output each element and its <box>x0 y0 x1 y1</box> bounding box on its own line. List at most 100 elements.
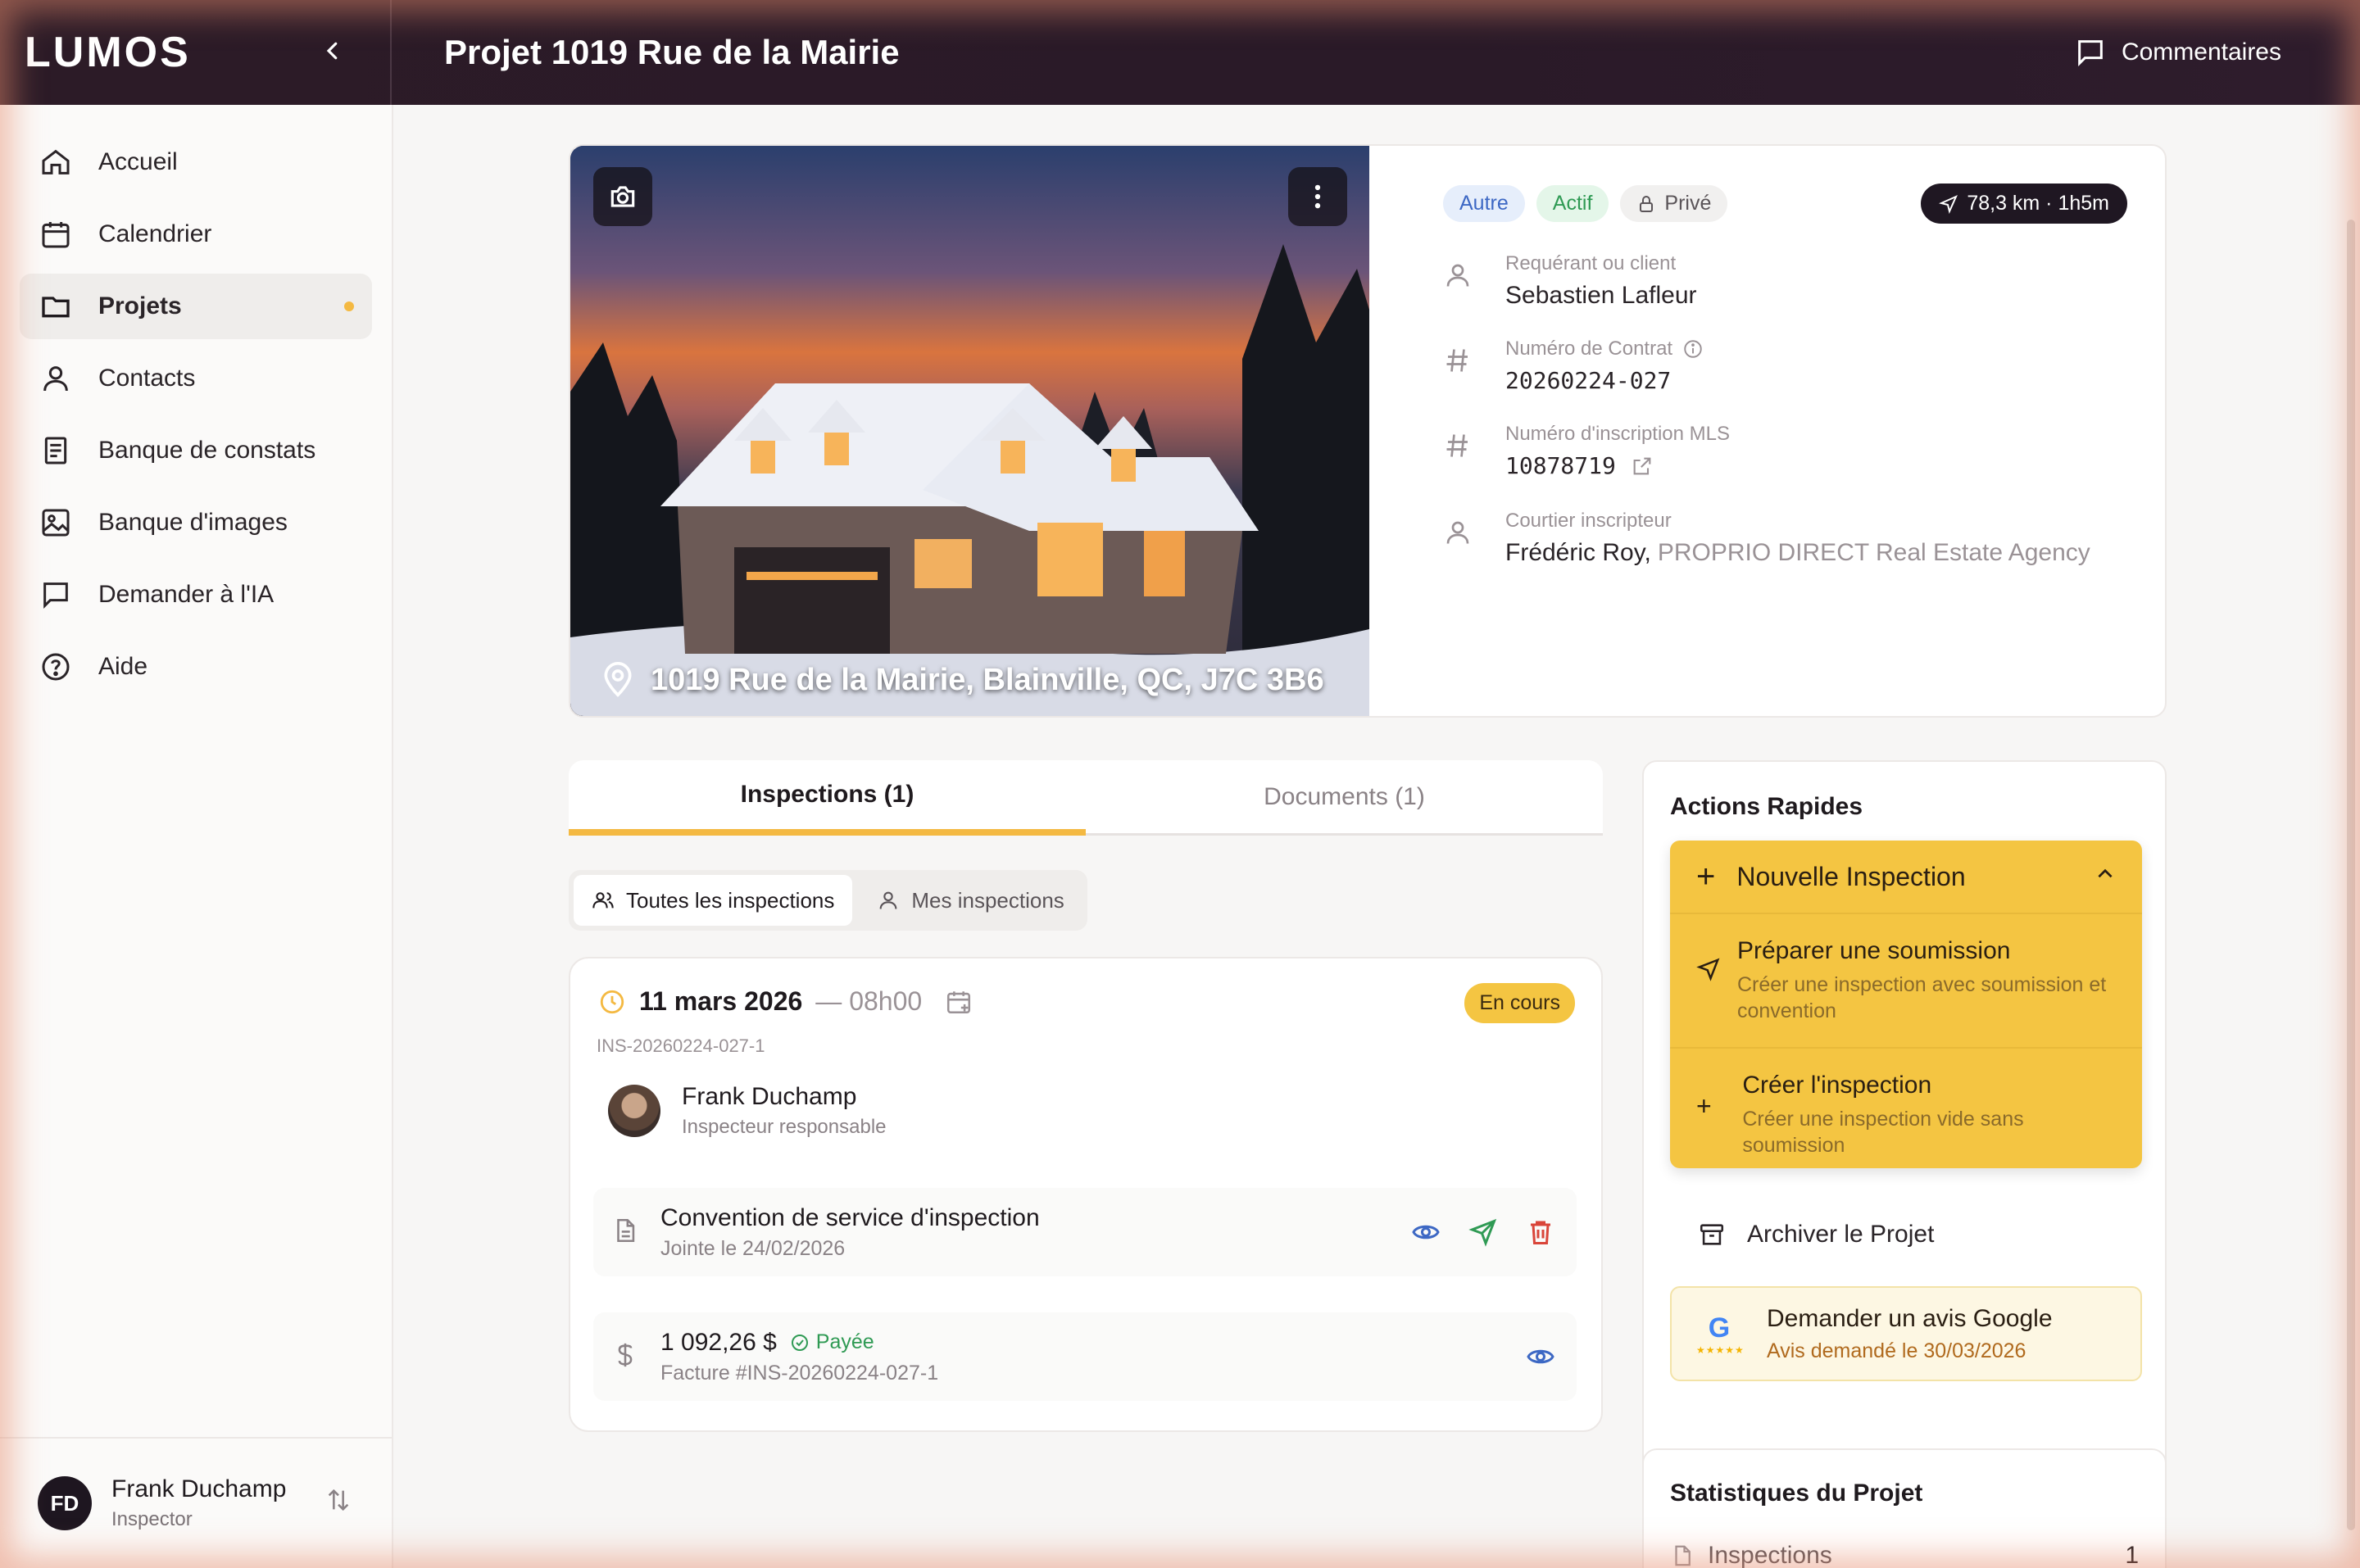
map-pin-icon <box>604 662 632 697</box>
sidebar-item-label: Calendrier <box>98 220 212 247</box>
photo-menu-button[interactable] <box>1288 167 1347 226</box>
user-switcher[interactable]: FD Frank Duchamp Inspector <box>0 1437 392 1568</box>
top-bar: LUMOS Projet 1019 Rue de la Mairie Comme… <box>0 0 2360 105</box>
inspection-card[interactable]: 11 mars 2026 — 08h00 En cours INS-202602… <box>569 957 1603 1432</box>
main-content: 1019 Rue de la Mairie, Blainville, QC, J… <box>395 105 2360 1568</box>
privacy-label: Privé <box>1664 192 1712 215</box>
chevron-up-icon <box>2094 863 2116 890</box>
users-icon <box>592 892 614 909</box>
paid-badge: Payée <box>790 1330 874 1354</box>
property-address: 1019 Rue de la Mairie, Blainville, QC, J… <box>600 662 1324 698</box>
calendar-edit-icon[interactable] <box>945 988 973 1016</box>
tab-documents[interactable]: Documents (1) <box>1086 760 1603 836</box>
distance-button[interactable]: 78,3 km · 1h5m <box>1921 184 2127 224</box>
comments-label: Commentaires <box>2121 39 2281 66</box>
broker-agency: PROPRIO DIRECT Real Estate Agency <box>1657 539 2090 566</box>
sidebar-item-label: Contacts <box>98 365 196 392</box>
lumos-logo[interactable]: LUMOS <box>25 28 191 77</box>
home-icon <box>38 144 74 180</box>
client-row: Requérant ou client Sebastien Lafleur <box>1443 252 1697 310</box>
broker-row: Courtier inscripteur Frédéric Roy, PROPR… <box>1443 510 2090 567</box>
distance-text: 78,3 km · 1h5m <box>1967 192 2109 215</box>
broker-label: Courtier inscripteur <box>1505 510 1672 532</box>
invoice-number: Facture #INS-20260224-027-1 <box>660 1361 939 1384</box>
change-photo-button[interactable] <box>593 167 652 226</box>
more-vertical-icon <box>1314 184 1321 209</box>
project-badges: Autre Actif Privé <box>1443 185 1728 222</box>
prepare-submission-sub: Créer une inspection avec soumission et … <box>1736 973 2107 1022</box>
send-icon[interactable] <box>1468 1217 1498 1247</box>
archive-label: Archiver le Projet <box>1747 1221 1935 1248</box>
sidebar-item-demander-a-l-ia[interactable]: Demander à l'IA <box>20 562 372 628</box>
inspection-date: 11 mars 2026 <box>639 986 803 1016</box>
plus-icon: + <box>1696 858 1716 895</box>
broker-name[interactable]: Frédéric Roy, <box>1505 539 1651 567</box>
sidebar-item-label: Banque d'images <box>98 509 288 536</box>
main-scrollbar[interactable] <box>2347 220 2355 1530</box>
filter-all-label: Toutes les inspections <box>626 887 835 913</box>
external-link-icon[interactable] <box>1631 455 1654 478</box>
collapse-sidebar-button[interactable] <box>316 34 349 71</box>
prepare-submission-title: Préparer une soumission <box>1736 937 2011 964</box>
inspector-avatar <box>608 1085 660 1137</box>
broker-value: Frédéric Roy, PROPRIO DIRECT Real Estate… <box>1505 539 2090 567</box>
folder-icon <box>38 288 74 324</box>
eye-icon[interactable] <box>1526 1342 1555 1371</box>
service-agreement-row[interactable]: Convention de service d'inspection Joint… <box>593 1188 1577 1276</box>
google-review-button[interactable]: G ★★★★★ Demander un avis Google Avis dem… <box>1670 1286 2142 1381</box>
sidebar-item-accueil[interactable]: Accueil <box>20 129 372 195</box>
mls-row: Numéro d'inscription MLS 10878719 <box>1443 423 1730 479</box>
client-name[interactable]: Sebastien Lafleur <box>1505 282 1697 310</box>
comment-icon <box>2078 40 2103 66</box>
sidebar-item-label: Demander à l'IA <box>98 581 275 608</box>
sidebar-item-banque-de-constats[interactable]: Banque de constats <box>20 418 372 483</box>
create-inspection-item[interactable]: + Créer l'inspection Créer une inspectio… <box>1670 1047 2142 1181</box>
contract-row: Numéro de Contrat 20260224-027 <box>1443 338 1704 394</box>
user-icon <box>879 891 897 909</box>
tab-inspections[interactable]: Inspections (1) <box>569 760 1086 836</box>
property-photo: 1019 Rue de la Mairie, Blainville, QC, J… <box>570 146 1369 716</box>
send-icon <box>1696 957 1722 1024</box>
info-icon[interactable] <box>1682 338 1704 360</box>
privacy-badge: Privé <box>1620 185 1728 222</box>
doc-attached-date: Jointe le 24/02/2026 <box>660 1236 846 1260</box>
filter-all-inspections[interactable]: Toutes les inspections <box>574 875 853 926</box>
brand-area: LUMOS <box>0 0 392 105</box>
eye-icon[interactable] <box>1411 1217 1441 1247</box>
sidebar-item-label: Accueil <box>98 148 178 175</box>
google-review-sub: Avis demandé le 30/03/2026 <box>1767 1339 2026 1362</box>
prepare-submission-item[interactable]: Préparer une soumission Créer une inspec… <box>1670 914 2142 1047</box>
invoice-amount: 1 092,26 $ <box>660 1328 777 1356</box>
sidebar-item-projets[interactable]: Projets <box>20 274 372 339</box>
sidebar-item-banque-d-images[interactable]: Banque d'images <box>20 490 372 555</box>
project-info-panel: Autre Actif Privé 78,3 km · 1h5m Requéra… <box>1369 146 2165 716</box>
project-tabs: Inspections (1) Documents (1) <box>569 760 1603 836</box>
sidebar-item-contacts[interactable]: Contacts <box>20 346 372 411</box>
filter-my-inspections[interactable]: Mes inspections <box>859 875 1082 926</box>
user-name: Frank Duchamp <box>111 1475 287 1502</box>
create-inspection-title: Créer l'inspection <box>1742 1072 1932 1099</box>
archive-icon <box>1700 1224 1724 1245</box>
camera-icon <box>610 186 635 207</box>
trash-icon[interactable] <box>1526 1217 1555 1247</box>
stats-inspections-label: Inspections <box>1708 1542 1832 1568</box>
inspection-filters: Toutes les inspections Mes inspections <box>569 870 1087 931</box>
house-illustration <box>570 146 1369 716</box>
contract-number: 20260224-027 <box>1505 367 1672 394</box>
google-icon: G ★★★★★ <box>1696 1312 1744 1356</box>
inspector-name: Frank Duchamp <box>682 1083 857 1110</box>
create-inspection-sub: Créer une inspection vide sans soumissio… <box>1742 1108 2024 1157</box>
comments-button[interactable]: Commentaires <box>2074 36 2281 69</box>
doc-title: Convention de service d'inspection <box>660 1203 1040 1231</box>
doc-actions <box>1411 1217 1555 1247</box>
user-icon <box>1443 261 1476 310</box>
sidebar-item-calendrier[interactable]: Calendrier <box>20 202 372 267</box>
quick-actions-card: Actions Rapides + Nouvelle Inspection Pr… <box>1642 760 2167 1512</box>
new-inspection-button[interactable]: + Nouvelle Inspection <box>1670 841 2142 914</box>
archive-project-button[interactable]: Archiver le Projet <box>1698 1221 1934 1249</box>
check-circle-icon <box>791 1334 808 1351</box>
sidebar-item-aide[interactable]: Aide <box>20 634 372 700</box>
user-text: Frank Duchamp Inspector <box>111 1475 324 1531</box>
mls-value: 10878719 <box>1505 452 1730 479</box>
invoice-row[interactable]: 1 092,26 $ Payée Facture #INS-20260224-0… <box>593 1312 1577 1401</box>
